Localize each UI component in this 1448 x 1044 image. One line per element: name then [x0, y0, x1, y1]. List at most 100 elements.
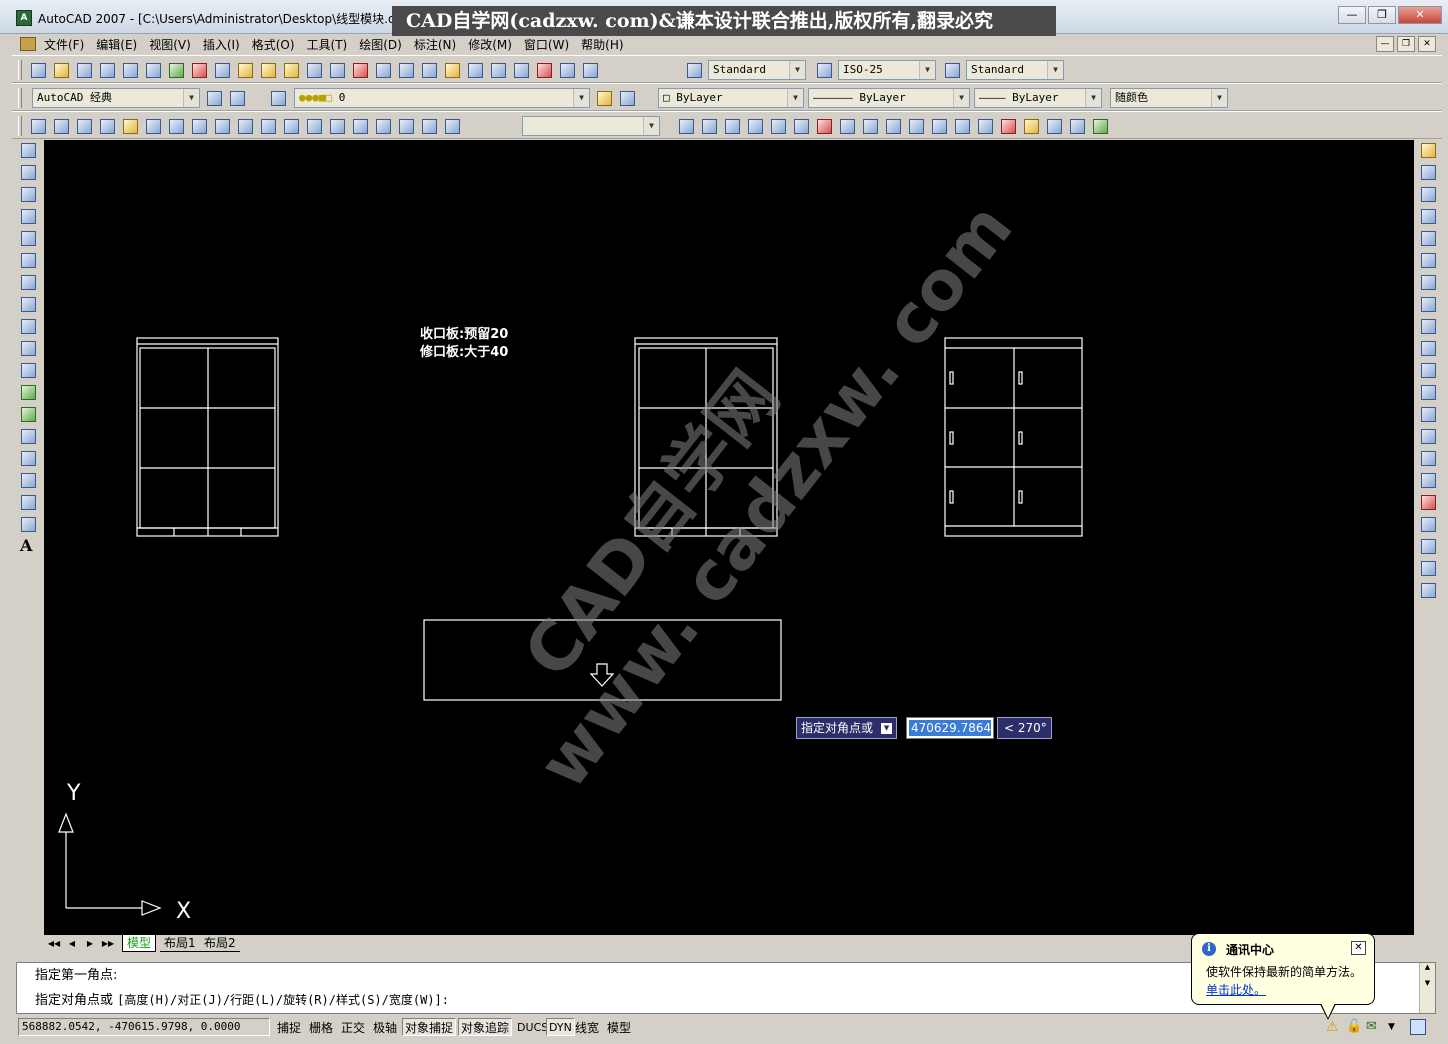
- draw-order-front-icon[interactable]: [1418, 514, 1438, 534]
- copy-icon[interactable]: [212, 60, 232, 80]
- make-block-icon[interactable]: [18, 404, 38, 424]
- previous-tab-icon[interactable]: ◀: [64, 937, 80, 951]
- chevron-down-icon[interactable]: ▼: [789, 61, 805, 79]
- first-tab-icon[interactable]: ◀◀: [46, 937, 62, 951]
- color-select[interactable]: □ ByLayer ▼: [658, 88, 804, 108]
- view-icon[interactable]: [166, 116, 186, 136]
- offset-icon[interactable]: [1418, 206, 1438, 226]
- tab-layout1[interactable]: 布局1: [160, 935, 200, 952]
- menu-modify[interactable]: 修改(M): [468, 36, 512, 53]
- cone-icon[interactable]: [814, 116, 834, 136]
- doc-minimize-button[interactable]: —: [1376, 36, 1394, 52]
- menu-help[interactable]: 帮助(H): [581, 36, 623, 53]
- tray-menu-chevron-icon[interactable]: ▼: [1388, 1019, 1404, 1035]
- revolve-icon[interactable]: [1044, 116, 1064, 136]
- otrack-toggle[interactable]: 对象追踪: [458, 1018, 513, 1036]
- chevron-down-icon[interactable]: ▼: [1211, 89, 1227, 107]
- undo-icon[interactable]: [304, 60, 324, 80]
- draw-order-under-icon[interactable]: [1418, 580, 1438, 600]
- loft-icon[interactable]: [1067, 116, 1087, 136]
- wedge-icon[interactable]: [791, 116, 811, 136]
- chevron-down-icon[interactable]: ▼: [573, 89, 589, 107]
- planar-surface-icon[interactable]: [952, 116, 972, 136]
- doc-close-button[interactable]: ✕: [1418, 36, 1436, 52]
- layer-select[interactable]: ●●●■□ 0 ▼: [294, 88, 590, 108]
- torus-icon[interactable]: [883, 116, 903, 136]
- cut-icon[interactable]: [189, 60, 209, 80]
- extrude-icon[interactable]: [975, 116, 995, 136]
- polyline-icon[interactable]: [18, 184, 38, 204]
- table-style-icon[interactable]: [942, 60, 962, 80]
- rectangle-icon[interactable]: [18, 228, 38, 248]
- ne-iso-icon[interactable]: [373, 116, 393, 136]
- rotate-icon[interactable]: [1418, 272, 1438, 292]
- nw-iso-icon[interactable]: [396, 116, 416, 136]
- break-at-point-icon[interactable]: [1418, 382, 1438, 402]
- copy-object-icon[interactable]: [1418, 162, 1438, 182]
- chamfer-icon[interactable]: [1418, 448, 1438, 468]
- calculator-icon[interactable]: [557, 60, 577, 80]
- plot-style-select[interactable]: 随颜色 ▼: [1110, 88, 1228, 108]
- match-properties-icon[interactable]: [258, 60, 278, 80]
- osnap-toggle[interactable]: 对象捕捉: [402, 1018, 457, 1036]
- continuous-orbit-icon[interactable]: [722, 116, 742, 136]
- lineweight-select[interactable]: ———— ByLayer ▼: [974, 88, 1102, 108]
- options-down-icon[interactable]: ▼: [881, 723, 893, 734]
- right-view-icon[interactable]: [258, 116, 278, 136]
- polygon-icon[interactable]: [18, 206, 38, 226]
- region-icon[interactable]: [18, 492, 38, 512]
- clean-screen-icon[interactable]: [1410, 1019, 1426, 1035]
- toolbar-grip[interactable]: [18, 60, 22, 80]
- tab-model[interactable]: 模型: [122, 935, 157, 952]
- union-icon[interactable]: [1090, 116, 1110, 136]
- 3d-dwf-icon[interactable]: [166, 60, 186, 80]
- sw-iso-icon[interactable]: [327, 116, 347, 136]
- named-view-select[interactable]: ▼: [522, 116, 660, 136]
- dyn-toggle[interactable]: DYN: [546, 1018, 575, 1036]
- doc-restore-button[interactable]: ❐: [1397, 36, 1415, 52]
- communication-center-tray-icon[interactable]: ✉: [1366, 1019, 1382, 1035]
- dynamic-input-field[interactable]: 470629.7864: [906, 717, 994, 739]
- design-center-icon[interactable]: [465, 60, 485, 80]
- move-icon[interactable]: [1418, 250, 1438, 270]
- explode-icon[interactable]: [1418, 492, 1438, 512]
- redo-icon[interactable]: [327, 60, 347, 80]
- zoom-realtime-icon[interactable]: [373, 60, 393, 80]
- box-icon[interactable]: [768, 116, 788, 136]
- break-icon[interactable]: [1418, 404, 1438, 424]
- gradient-icon[interactable]: [18, 470, 38, 490]
- fillet-icon[interactable]: [1418, 470, 1438, 490]
- table-icon[interactable]: [18, 514, 38, 534]
- markup-icon[interactable]: [534, 60, 554, 80]
- print-icon[interactable]: [97, 60, 117, 80]
- drawing-canvas[interactable]: Y X CAD自学网 www. cadzxw. com 收口板:预留20 修口板…: [44, 140, 1414, 935]
- revision-cloud-icon[interactable]: [18, 294, 38, 314]
- linetype-select[interactable]: —————— ByLayer ▼: [808, 88, 970, 108]
- last-tab-icon[interactable]: ▶▶: [100, 937, 116, 951]
- sweep-icon[interactable]: [1021, 116, 1041, 136]
- sheet-set-icon[interactable]: [511, 60, 531, 80]
- cad-text-note[interactable]: 收口板:预留20 修口板:大于40: [420, 326, 508, 362]
- text-style-select[interactable]: Standard ▼: [708, 60, 806, 80]
- polysolid-icon[interactable]: [745, 116, 765, 136]
- cabinet-1[interactable]: [136, 337, 279, 537]
- table-style-select[interactable]: Standard ▼: [966, 60, 1064, 80]
- pan-icon[interactable]: [350, 60, 370, 80]
- zoom-window-icon[interactable]: [396, 60, 416, 80]
- front-view-icon[interactable]: [281, 116, 301, 136]
- draw-order-above-icon[interactable]: [1418, 558, 1438, 578]
- save-icon[interactable]: [74, 60, 94, 80]
- minimize-button[interactable]: —: [1338, 6, 1366, 24]
- presspull-icon[interactable]: [998, 116, 1018, 136]
- chevron-down-icon[interactable]: ▼: [953, 89, 969, 107]
- join-icon[interactable]: [1418, 426, 1438, 446]
- pyramid-icon[interactable]: [906, 116, 926, 136]
- autocad-app-icon[interactable]: A: [16, 10, 32, 26]
- top-view-icon[interactable]: [189, 116, 209, 136]
- balloon-close-button[interactable]: ✕: [1351, 941, 1366, 955]
- ucs-icon[interactable]: [28, 116, 48, 136]
- chevron-down-icon[interactable]: ▼: [787, 89, 803, 107]
- workspace-save-icon[interactable]: [227, 88, 247, 108]
- trim-icon[interactable]: [1418, 338, 1438, 358]
- conceptual-style-icon[interactable]: [120, 116, 140, 136]
